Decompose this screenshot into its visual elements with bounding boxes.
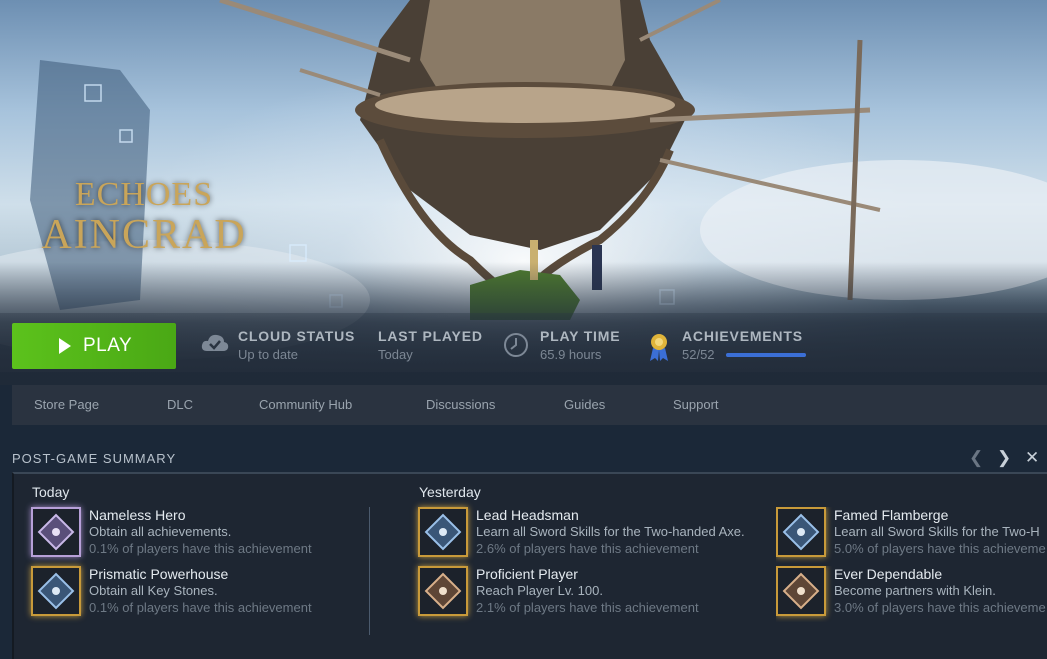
nav-discussions[interactable]: Discussions	[426, 397, 495, 412]
achievement-badge-icon	[776, 566, 826, 616]
achievement-desc: Obtain all Key Stones.	[89, 583, 218, 598]
achievement-badge-icon	[776, 507, 826, 557]
achievement-name: Lead Headsman	[476, 507, 579, 523]
nav-guides[interactable]: Guides	[564, 397, 605, 412]
nav-dlc[interactable]: DLC	[167, 397, 193, 412]
achievement-pct: 3.0% of players have this achieveme	[834, 600, 1046, 615]
play-time-value: 65.9 hours	[540, 347, 602, 362]
achievement-name: Nameless Hero	[89, 507, 186, 523]
cloud-status[interactable]: CLOUD STATUS Up to date	[201, 328, 356, 368]
achievement-item[interactable]: Nameless Hero Obtain all achievements. 0…	[31, 507, 391, 563]
achievement-pct: 0.1% of players have this achievement	[89, 600, 312, 615]
achievement-pct: 2.1% of players have this achievement	[476, 600, 699, 615]
cloud-status-title: CLOUD STATUS	[238, 328, 356, 344]
achievement-name: Famed Flamberge	[834, 507, 949, 523]
achievement-pct: 0.1% of players have this achievement	[89, 541, 312, 556]
achievement-pct: 2.6% of players have this achievement	[476, 541, 699, 556]
achievements-title: ACHIEVEMENTS	[682, 328, 803, 344]
play-time-title: PLAY TIME	[540, 328, 621, 344]
achievement-desc: Learn all Sword Skills for the Two-H	[834, 524, 1040, 539]
chevron-left-icon[interactable]: ❮	[969, 448, 983, 468]
play-icon	[59, 338, 71, 354]
play-button[interactable]: PLAY	[12, 323, 176, 369]
cloud-check-icon	[200, 331, 230, 360]
chevron-right-icon[interactable]: ❯	[997, 448, 1011, 468]
achievement-desc: Obtain all achievements.	[89, 524, 232, 539]
achievement-item[interactable]: Lead Headsman Learn all Sword Skills for…	[418, 507, 778, 563]
last-played-title: LAST PLAYED	[378, 328, 483, 344]
achievement-item[interactable]: Famed Flamberge Learn all Sword Skills f…	[776, 507, 1047, 563]
game-logo: ECHOES AINCRAD	[24, 176, 264, 259]
achievement-name: Ever Dependable	[834, 566, 943, 582]
logo-line1: ECHOES	[74, 176, 214, 213]
clock-icon	[502, 331, 530, 364]
nav-support[interactable]: Support	[673, 397, 719, 412]
nav-store-page[interactable]: Store Page	[34, 397, 99, 412]
achievement-badge-icon	[418, 507, 468, 557]
group-label-today: Today	[32, 484, 70, 500]
achievement-desc: Learn all Sword Skills for the Two-hande…	[476, 524, 745, 539]
play-time: PLAY TIME 65.9 hours	[504, 328, 621, 368]
close-icon[interactable]: ✕	[1025, 448, 1039, 468]
group-label-yesterday: Yesterday	[419, 484, 481, 500]
achievements-progress-fill	[726, 353, 806, 357]
post-game-summary-title: POST-GAME SUMMARY	[12, 451, 177, 466]
achievement-item[interactable]: Ever Dependable Become partners with Kle…	[776, 566, 1047, 622]
achievement-badge-icon	[31, 566, 81, 616]
achievement-desc: Become partners with Klein.	[834, 583, 996, 598]
achievement-desc: Reach Player Lv. 100.	[476, 583, 603, 598]
logo-line2: AINCRAD	[41, 212, 247, 258]
game-nav-bar: Store Page DLC Community Hub Discussions…	[12, 385, 1047, 425]
play-button-label: PLAY	[83, 335, 133, 356]
achievement-item[interactable]: Prismatic Powerhouse Obtain all Key Ston…	[31, 566, 391, 622]
achievement-name: Prismatic Powerhouse	[89, 566, 229, 582]
achievement-name: Proficient Player	[476, 566, 578, 582]
last-played-value: Today	[378, 347, 413, 362]
last-played: LAST PLAYED Today	[378, 328, 483, 368]
achievement-pct: 5.0% of players have this achieveme	[834, 541, 1046, 556]
cloud-status-value: Up to date	[238, 347, 298, 362]
achievement-badge-icon	[418, 566, 468, 616]
achievement-badge-icon	[31, 507, 81, 557]
nav-community-hub[interactable]: Community Hub	[259, 397, 352, 412]
achievement-item[interactable]: Proficient Player Reach Player Lv. 100. …	[418, 566, 778, 622]
achievements-progress-bar	[726, 353, 806, 357]
ribbon-medal-icon	[646, 332, 672, 367]
achievements-stat[interactable]: ACHIEVEMENTS 52/52	[650, 328, 803, 368]
